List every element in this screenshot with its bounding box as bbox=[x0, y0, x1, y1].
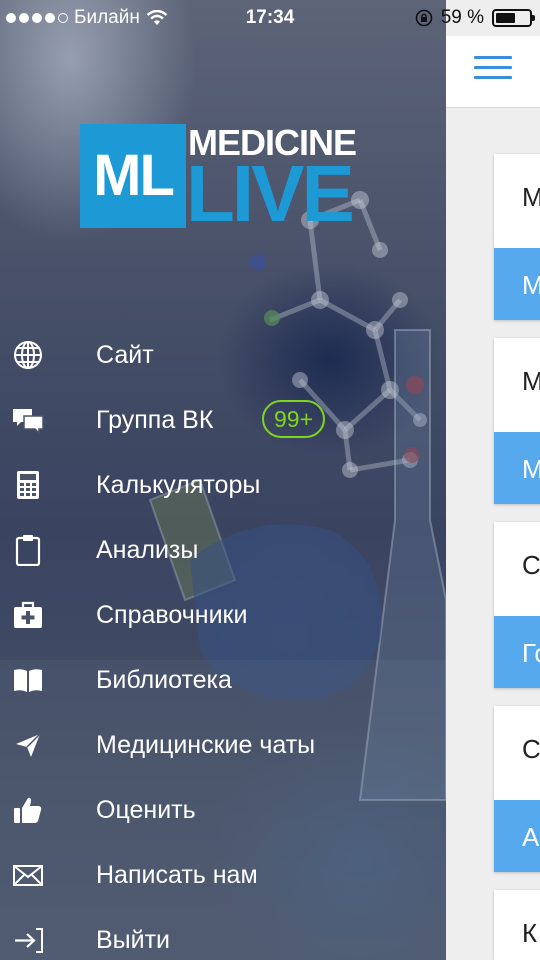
menu-item-site[interactable]: Сайт bbox=[0, 322, 446, 387]
medicine-live-logo: ML MEDICINE LIVE bbox=[80, 122, 370, 234]
menu-label-logout: Выйти bbox=[96, 926, 171, 954]
menu-item-calculators[interactable]: Калькуляторы bbox=[0, 452, 446, 517]
battery-percent: 59 % bbox=[440, 7, 484, 28]
drawer-menu: Сайт Группа ВК 99+ Калькуляторы Анализы bbox=[0, 322, 446, 960]
card-title: М bbox=[522, 366, 540, 396]
thumbs-up-icon bbox=[14, 797, 42, 823]
card-button-label: М bbox=[522, 454, 540, 484]
menu-item-write-us[interactable]: Написать нам bbox=[0, 842, 446, 907]
status-bar: Билайн 17:34 59 % bbox=[0, 0, 540, 36]
menu-item-logout[interactable]: Выйти bbox=[0, 907, 446, 960]
content-card[interactable]: К bbox=[494, 890, 540, 960]
globe-icon bbox=[14, 341, 42, 369]
top-app-bar bbox=[446, 36, 540, 108]
menu-label-references: Справочники bbox=[96, 601, 248, 629]
menu-label-site: Сайт bbox=[96, 341, 154, 369]
card-button[interactable]: А bbox=[494, 800, 540, 872]
content-card[interactable]: С А bbox=[494, 706, 540, 872]
menu-label-vk-group: Группа ВК bbox=[96, 406, 214, 434]
menu-label-medical-chats: Медицинские чаты bbox=[96, 731, 316, 759]
menu-item-medical-chats[interactable]: Медицинские чаты bbox=[0, 712, 446, 777]
battery-icon bbox=[492, 9, 535, 27]
card-title: С bbox=[522, 550, 540, 580]
card-title: С bbox=[522, 734, 540, 764]
menu-item-rate[interactable]: Оценить bbox=[0, 777, 446, 842]
menu-label-library: Библиотека bbox=[96, 666, 232, 694]
main-content-panel: М М М М С Го С А К bbox=[446, 0, 540, 960]
battery-level bbox=[496, 13, 515, 23]
calculator-icon bbox=[17, 471, 39, 499]
card-button-label: М bbox=[522, 270, 540, 300]
clipboard-icon bbox=[15, 535, 41, 566]
menu-label-analyses: Анализы bbox=[96, 536, 199, 564]
card-button[interactable]: М bbox=[494, 248, 540, 320]
content-card[interactable]: С Го bbox=[494, 522, 540, 688]
content-card[interactable]: М М bbox=[494, 154, 540, 320]
open-book-icon bbox=[14, 669, 42, 692]
logout-icon bbox=[15, 928, 43, 953]
menu-item-references[interactable]: Справочники bbox=[0, 582, 446, 647]
card-title: К bbox=[522, 918, 538, 948]
notification-badge: 99+ bbox=[262, 400, 326, 438]
envelope-icon bbox=[13, 865, 43, 886]
chat-bubbles-icon bbox=[13, 409, 44, 435]
card-button[interactable]: Го bbox=[494, 616, 540, 688]
first-aid-kit-icon bbox=[14, 601, 42, 628]
logo-word-live: LIVE bbox=[186, 149, 355, 238]
card-button-label: А bbox=[522, 822, 540, 852]
menu-item-library[interactable]: Библиотека bbox=[0, 647, 446, 712]
hamburger-menu-icon[interactable] bbox=[474, 56, 512, 80]
orientation-lock-icon bbox=[415, 9, 432, 27]
menu-label-calculators: Калькуляторы bbox=[96, 471, 261, 499]
menu-label-write-us: Написать нам bbox=[96, 861, 258, 889]
logo-box: ML bbox=[80, 124, 186, 228]
card-button-label: Го bbox=[522, 638, 540, 668]
menu-item-analyses[interactable]: Анализы bbox=[0, 517, 446, 582]
status-right: 59 % bbox=[415, 7, 535, 29]
menu-item-vk-group[interactable]: Группа ВК 99+ bbox=[0, 387, 446, 452]
card-button[interactable]: М bbox=[494, 432, 540, 504]
paper-plane-icon bbox=[16, 733, 41, 757]
card-title: М bbox=[522, 182, 540, 212]
content-card[interactable]: М М bbox=[494, 338, 540, 504]
menu-label-rate: Оценить bbox=[96, 796, 196, 824]
